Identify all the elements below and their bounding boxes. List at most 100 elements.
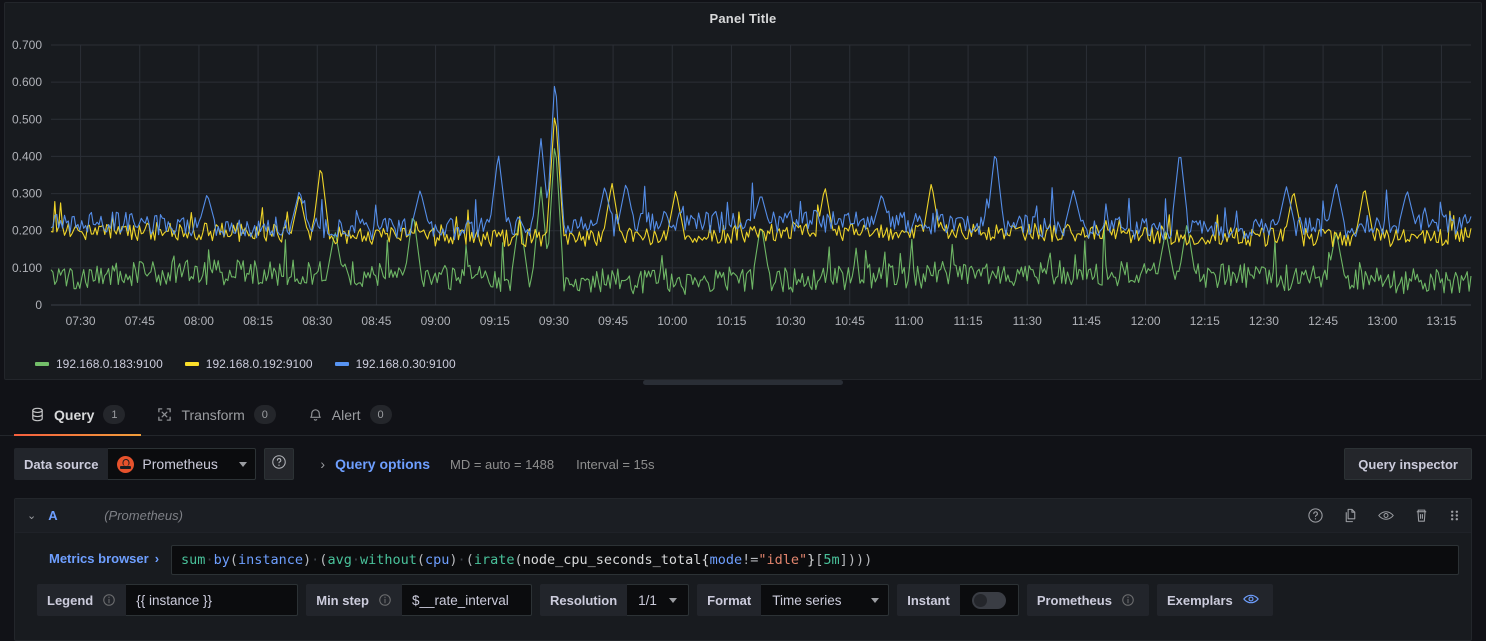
data-source-picker[interactable]: Prometheus (108, 448, 256, 480)
query-options-fields: Legend {{ instance }} Min step $__rate_i… (15, 575, 1471, 626)
promql-expression-input[interactable]: sum·by(instance)·(avg·without(cpu)·(irat… (171, 545, 1459, 575)
min-step-field: Min step $__rate_interval (306, 584, 532, 616)
legend-item[interactable]: 192.168.0.30:9100 (335, 357, 456, 371)
legend-item[interactable]: 192.168.0.192:9100 (185, 357, 313, 371)
svg-text:0: 0 (35, 298, 42, 312)
chevron-right-icon: › (320, 456, 325, 472)
tab-label: Alert (332, 407, 361, 423)
resolution-select[interactable]: 1/1 (627, 584, 689, 616)
svg-text:11:45: 11:45 (1072, 314, 1101, 328)
toggle-knob (974, 594, 987, 607)
legend-color-swatch (35, 362, 49, 366)
svg-text:10:15: 10:15 (716, 314, 746, 328)
query-type-field: Prometheus (1027, 584, 1149, 616)
query-type-text: Prometheus (1037, 593, 1112, 608)
min-step-label: Min step (306, 584, 402, 616)
legend-label-text: Legend (47, 593, 93, 608)
data-source-help-button[interactable] (264, 448, 294, 480)
instant-label: Instant (897, 584, 960, 616)
svg-text:09:30: 09:30 (539, 314, 569, 328)
tab-badge: 1 (103, 405, 125, 424)
transform-icon (157, 407, 172, 422)
eye-icon[interactable] (1377, 507, 1395, 524)
svg-text:12:30: 12:30 (1249, 314, 1279, 328)
metrics-browser-label: Metrics browser (49, 551, 149, 566)
chevron-right-icon: › (155, 551, 159, 566)
query-type-label: Prometheus (1027, 584, 1149, 616)
svg-text:0.400: 0.400 (12, 149, 42, 163)
panel-header: Panel Title (5, 3, 1481, 33)
trash-icon[interactable] (1413, 507, 1430, 524)
query-ref-id[interactable]: A (48, 508, 64, 523)
data-source-label: Data source (14, 448, 108, 480)
svg-text:09:15: 09:15 (480, 314, 510, 328)
help-circle-icon (271, 454, 287, 475)
legend-label: 192.168.0.30:9100 (356, 357, 456, 371)
chevron-down-icon (669, 598, 677, 603)
svg-text:12:15: 12:15 (1190, 314, 1220, 328)
tab-badge: 0 (254, 405, 276, 424)
resolution-label: Resolution (540, 584, 627, 616)
database-icon (30, 407, 45, 422)
svg-text:08:15: 08:15 (243, 314, 273, 328)
query-options-toggle[interactable]: › Query options (320, 456, 430, 472)
svg-text:0.200: 0.200 (12, 224, 42, 238)
tab-transform[interactable]: Transform 0 (141, 394, 291, 435)
chevron-down-icon (239, 462, 247, 467)
legend-input[interactable]: {{ instance }} (126, 584, 298, 616)
instant-toggle-cell (960, 584, 1019, 616)
promql-editor-row: Metrics browser › sum·by(instance)·(avg·… (15, 533, 1471, 575)
min-step-input[interactable]: $__rate_interval (402, 584, 532, 616)
data-source-field: Data source Prometheus (14, 448, 256, 480)
metrics-browser-button[interactable]: Metrics browser › (27, 545, 171, 572)
help-circle-icon[interactable] (1307, 507, 1324, 524)
svg-text:08:00: 08:00 (184, 314, 214, 328)
query-options-bar: Data source Prometheus › Query options M… (0, 436, 1486, 492)
svg-text:10:00: 10:00 (657, 314, 687, 328)
editor-tabs: Query 1 Transform 0 Alert 0 (0, 394, 1486, 436)
query-row-header: ⌄ A (Prometheus) (15, 499, 1471, 533)
svg-text:07:30: 07:30 (66, 314, 96, 328)
eye-icon[interactable] (1242, 591, 1260, 610)
exemplars-toggle[interactable]: Exemplars (1157, 584, 1273, 616)
bell-icon (308, 407, 323, 422)
duplicate-icon[interactable] (1342, 507, 1359, 524)
svg-text:09:00: 09:00 (421, 314, 451, 328)
drag-handle-icon[interactable] (1448, 507, 1461, 524)
legend-label: Legend (37, 584, 126, 616)
svg-text:11:30: 11:30 (1013, 314, 1042, 328)
svg-text:08:30: 08:30 (302, 314, 332, 328)
min-step-label-text: Min step (316, 593, 369, 608)
data-source-value: Prometheus (142, 456, 231, 472)
query-options-label: Query options (335, 456, 430, 472)
query-datasource-note: (Prometheus) (104, 508, 183, 523)
svg-text:13:15: 13:15 (1426, 314, 1456, 328)
chevron-down-icon (871, 598, 879, 603)
time-series-chart[interactable]: 00.1000.2000.3000.4000.5000.6000.70007:3… (5, 33, 1481, 339)
prometheus-logo-icon (117, 456, 134, 473)
info-circle-icon[interactable] (102, 593, 116, 607)
format-value: Time series (772, 593, 859, 608)
info-circle-icon[interactable] (378, 593, 392, 607)
tab-label: Transform (181, 407, 244, 423)
tab-label: Query (54, 407, 94, 423)
page-title: Panel Title (710, 11, 777, 26)
format-select[interactable]: Time series (761, 584, 889, 616)
legend-item[interactable]: 192.168.0.183:9100 (35, 357, 163, 371)
info-circle-icon[interactable] (1121, 593, 1135, 607)
svg-text:07:45: 07:45 (125, 314, 155, 328)
query-editor-row-a: ⌄ A (Prometheus) (14, 498, 1472, 641)
tab-query[interactable]: Query 1 (14, 394, 141, 435)
query-inspector-button[interactable]: Query inspector (1344, 448, 1472, 480)
panel-resize-handle[interactable] (643, 380, 843, 385)
panel-resize-area[interactable] (5, 375, 1481, 389)
svg-text:11:15: 11:15 (954, 314, 983, 328)
tab-badge: 0 (370, 405, 392, 424)
svg-text:09:45: 09:45 (598, 314, 628, 328)
resolution-value: 1/1 (638, 593, 657, 608)
grafana-panel-edit-page: Panel Title 00.1000.2000.3000.4000.5000.… (0, 0, 1486, 641)
instant-toggle[interactable] (972, 592, 1006, 609)
tab-alert[interactable]: Alert 0 (292, 394, 408, 435)
legend-color-swatch (185, 362, 199, 366)
collapse-caret-icon[interactable]: ⌄ (27, 509, 36, 522)
